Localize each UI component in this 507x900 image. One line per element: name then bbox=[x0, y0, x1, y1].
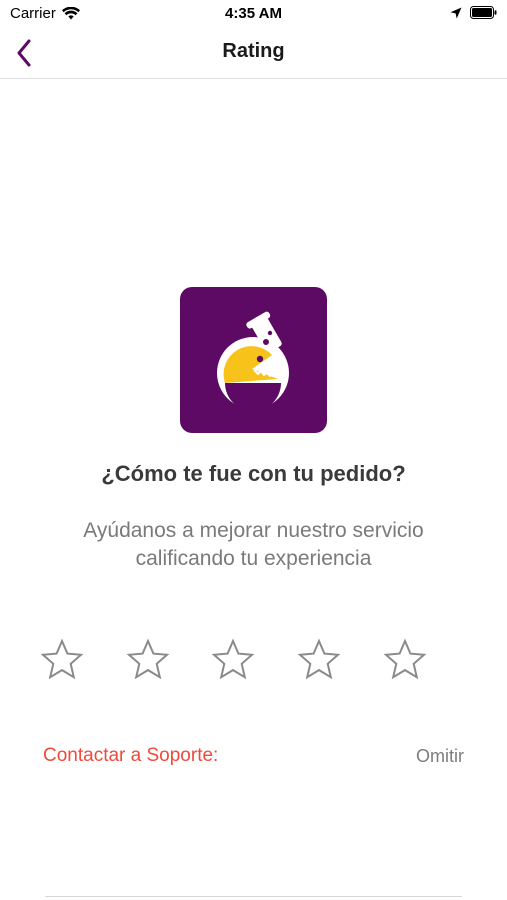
star-1-icon[interactable] bbox=[40, 638, 84, 682]
battery-icon bbox=[470, 6, 497, 19]
bottom-divider bbox=[45, 896, 462, 897]
status-bar: Carrier 4:35 AM bbox=[0, 0, 507, 28]
subtitle-line-1: Ayúdanos a mejorar nuestro servicio bbox=[83, 519, 424, 542]
star-4-icon[interactable] bbox=[297, 638, 341, 682]
star-3-icon[interactable] bbox=[211, 638, 255, 682]
page-title: Rating bbox=[222, 40, 285, 62]
rating-question: ¿Cómo te fue con tu pedido? bbox=[101, 461, 406, 486]
contact-support-link[interactable]: Contactar a Soporte: bbox=[43, 745, 218, 767]
status-right bbox=[450, 6, 497, 19]
star-5-icon[interactable] bbox=[383, 638, 427, 682]
status-time: 4:35 AM bbox=[225, 5, 282, 22]
skip-button[interactable]: Omitir bbox=[416, 746, 464, 767]
app-logo bbox=[180, 287, 327, 433]
location-arrow-icon bbox=[450, 7, 462, 18]
rating-subtitle: Ayúdanos a mejorar nuestro servicio cali… bbox=[30, 517, 477, 573]
subtitle-line-2: calificando tu experiencia bbox=[135, 547, 372, 570]
star-rating bbox=[40, 638, 467, 682]
star-2-icon[interactable] bbox=[126, 638, 170, 682]
nav-bar: Rating bbox=[0, 28, 507, 79]
